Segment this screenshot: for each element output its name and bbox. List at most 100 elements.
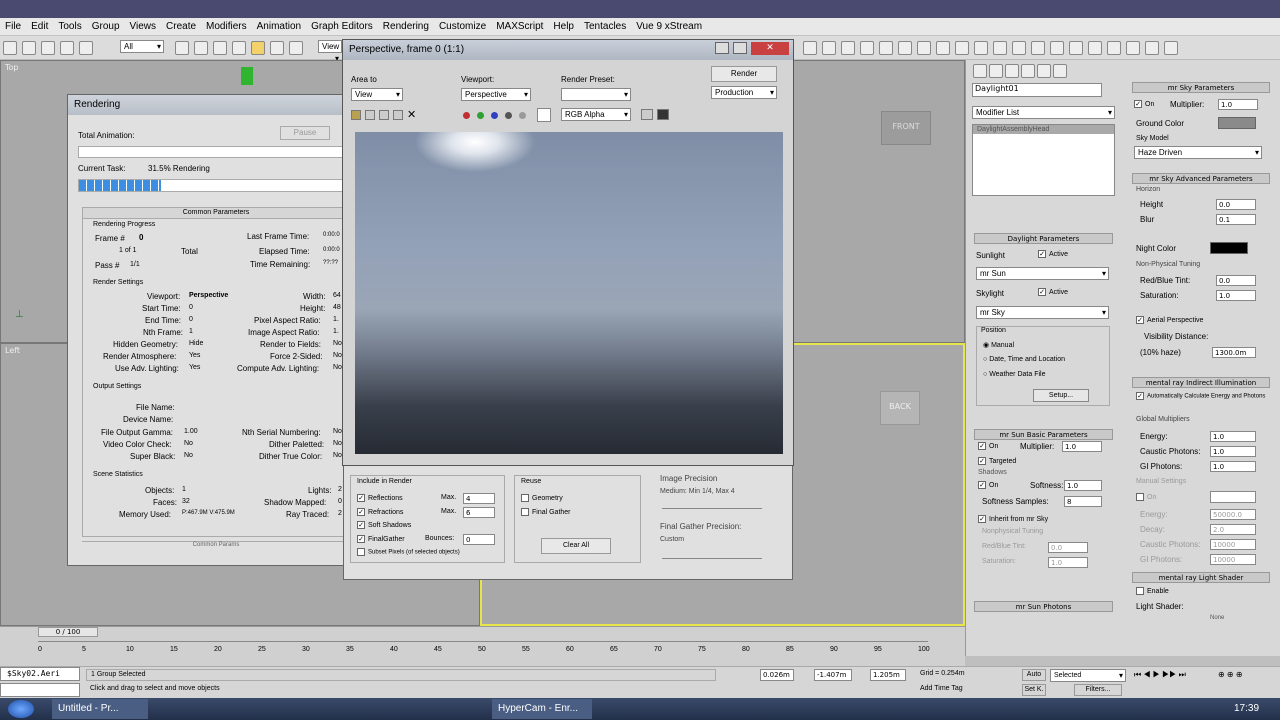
- close-icon[interactable]: ✕: [751, 42, 789, 55]
- energy-input[interactable]: 1.0: [1210, 431, 1256, 442]
- quick-render-icon[interactable]: [841, 41, 855, 55]
- link-icon[interactable]: [41, 41, 55, 55]
- lights-icon[interactable]: [1145, 41, 1159, 55]
- refractions-checkbox[interactable]: ✓ Refractions: [357, 508, 403, 516]
- bounces-input[interactable]: 0: [463, 534, 495, 545]
- named-selection-icon[interactable]: [1050, 41, 1064, 55]
- render-button[interactable]: Render: [711, 66, 777, 82]
- clone-window-icon[interactable]: [379, 110, 389, 120]
- visibility-input[interactable]: 1300.0m: [1212, 347, 1256, 358]
- sky-tint-input[interactable]: 0.0: [1216, 275, 1256, 286]
- sky-parameters-header[interactable]: mr Sky Parameters: [1132, 82, 1270, 93]
- sun-tint-input[interactable]: 0.0: [1048, 542, 1088, 553]
- gi-photons-input[interactable]: 1.0: [1210, 461, 1256, 472]
- rendered-frame-icon[interactable]: [822, 41, 836, 55]
- sky-model-dropdown[interactable]: Haze Driven: [1134, 146, 1262, 159]
- decay-input[interactable]: 2.0: [1210, 524, 1256, 535]
- copy-image-icon[interactable]: [365, 110, 375, 120]
- hierarchy-tab-icon[interactable]: [1005, 64, 1019, 78]
- maxscript-listener[interactable]: $Sky02.Aeri: [0, 667, 80, 681]
- menu-file[interactable]: File: [0, 18, 26, 32]
- manual-on-checkbox[interactable]: On: [1136, 493, 1156, 501]
- time-slider[interactable]: 0 / 100: [38, 627, 98, 637]
- stack-item[interactable]: DaylightAssemblyHead: [973, 125, 1114, 134]
- clear-icon[interactable]: ✕: [407, 108, 416, 121]
- menu-rendering[interactable]: Rendering: [378, 18, 434, 32]
- light-shader-header[interactable]: mental ray Light Shader: [1132, 572, 1270, 583]
- monochrome-icon[interactable]: [519, 112, 526, 119]
- night-color-swatch[interactable]: [1210, 242, 1248, 254]
- modifier-stack[interactable]: DaylightAssemblyHead: [972, 124, 1115, 196]
- window-crossing-icon[interactable]: [232, 41, 246, 55]
- environment-icon[interactable]: [1069, 41, 1083, 55]
- channel-dropdown[interactable]: RGB Alpha: [561, 108, 631, 121]
- align-icon[interactable]: [936, 41, 950, 55]
- menu-group[interactable]: Group: [87, 18, 125, 32]
- softness-input[interactable]: 1.0: [1064, 480, 1102, 491]
- mirror-icon[interactable]: [955, 41, 969, 55]
- teapot-icon[interactable]: [1107, 41, 1121, 55]
- clear-all-button[interactable]: Clear All: [541, 538, 611, 554]
- playback-controls[interactable]: ⏮ ◀ ▶ ▶▶ ⏭: [1134, 670, 1186, 680]
- maximize-icon[interactable]: [733, 42, 747, 54]
- ground-color-swatch[interactable]: [1218, 117, 1256, 129]
- rendered-image[interactable]: [355, 132, 783, 454]
- ui-toggle-icon[interactable]: [657, 109, 669, 120]
- spinner-snap-icon[interactable]: [1031, 41, 1045, 55]
- green-channel-icon[interactable]: [477, 112, 484, 119]
- collapsed-rollout[interactable]: Common Params: [82, 541, 350, 549]
- layer-icon[interactable]: [917, 41, 931, 55]
- time-ruler[interactable]: 0 5 10 15 20 25 30 35 40 45 50 55 60 65 70 75 80 85 90 95 10…: [38, 641, 930, 663]
- material-editor-icon[interactable]: [860, 41, 874, 55]
- sunlight-active-checkbox[interactable]: ✓ Active: [1038, 250, 1068, 258]
- move-icon[interactable]: [251, 41, 265, 55]
- auto-calc-checkbox[interactable]: ✓ Automatically Calculate Energy and Phot…: [1136, 392, 1270, 400]
- percent-snap-icon[interactable]: [1012, 41, 1026, 55]
- display-tab-icon[interactable]: [1037, 64, 1051, 78]
- menu-help[interactable]: Help: [548, 18, 579, 32]
- viewcube-front[interactable]: FRONT: [881, 111, 931, 145]
- rotate-icon[interactable]: [270, 41, 284, 55]
- snap-icon[interactable]: [974, 41, 988, 55]
- menu-customize[interactable]: Customize: [434, 18, 491, 32]
- aerial-perspective-checkbox[interactable]: ✓ Aerial Perspective: [1136, 316, 1203, 324]
- menu-views[interactable]: Views: [125, 18, 162, 32]
- curve-editor-icon[interactable]: [879, 41, 893, 55]
- horizon-height-input[interactable]: 0.0: [1216, 199, 1256, 210]
- utilities-tab-icon[interactable]: [1053, 64, 1067, 78]
- menu-modifiers[interactable]: Modifiers: [201, 18, 252, 32]
- auto-key-button[interactable]: Auto: [1022, 669, 1046, 681]
- menu-tentacles[interactable]: Tentacles: [579, 18, 631, 32]
- start-button-icon[interactable]: [8, 700, 34, 718]
- key-filter-dropdown[interactable]: Selected: [1050, 669, 1126, 682]
- motion-tab-icon[interactable]: [1021, 64, 1035, 78]
- sun-saturation-input[interactable]: 1.0: [1048, 557, 1088, 568]
- image-precision-slider[interactable]: [662, 503, 762, 509]
- redo-icon[interactable]: [22, 41, 36, 55]
- skylight-active-checkbox[interactable]: ✓ Active: [1038, 288, 1068, 296]
- red-channel-icon[interactable]: [463, 112, 470, 119]
- caustic-photons-input[interactable]: 1.0: [1210, 446, 1256, 457]
- light-target-icon[interactable]: [241, 67, 253, 85]
- minimize-icon[interactable]: [715, 42, 729, 54]
- create-tab-icon[interactable]: [973, 64, 987, 78]
- undo-icon[interactable]: [3, 41, 17, 55]
- blue-channel-icon[interactable]: [491, 112, 498, 119]
- shadows-on-checkbox[interactable]: ✓ On: [978, 481, 998, 489]
- angle-snap-icon[interactable]: [993, 41, 1007, 55]
- targeted-checkbox[interactable]: ✓ Targeted: [978, 457, 1016, 465]
- final-gather-reuse-checkbox[interactable]: Final Gather: [521, 508, 571, 516]
- manual-energy-input[interactable]: 50000.0: [1210, 509, 1256, 520]
- modifier-list-dropdown[interactable]: Modifier List: [972, 106, 1115, 119]
- region-select-icon[interactable]: [213, 41, 227, 55]
- effects-icon[interactable]: [1088, 41, 1102, 55]
- area-to-dropdown[interactable]: View: [351, 88, 403, 101]
- save-image-icon[interactable]: [351, 110, 361, 120]
- softness-samples-input[interactable]: 8: [1064, 496, 1102, 507]
- display-toggle-icon[interactable]: [641, 109, 653, 120]
- taskbar-item-hypercam[interactable]: HyperCam - Enr...: [492, 699, 592, 719]
- set-key-button[interactable]: Set K.: [1022, 684, 1046, 696]
- x-coordinate[interactable]: 0.026m: [760, 669, 794, 681]
- z-coordinate[interactable]: 1.205m: [870, 669, 906, 681]
- sky-on-checkbox[interactable]: ✓ On: [1134, 100, 1154, 108]
